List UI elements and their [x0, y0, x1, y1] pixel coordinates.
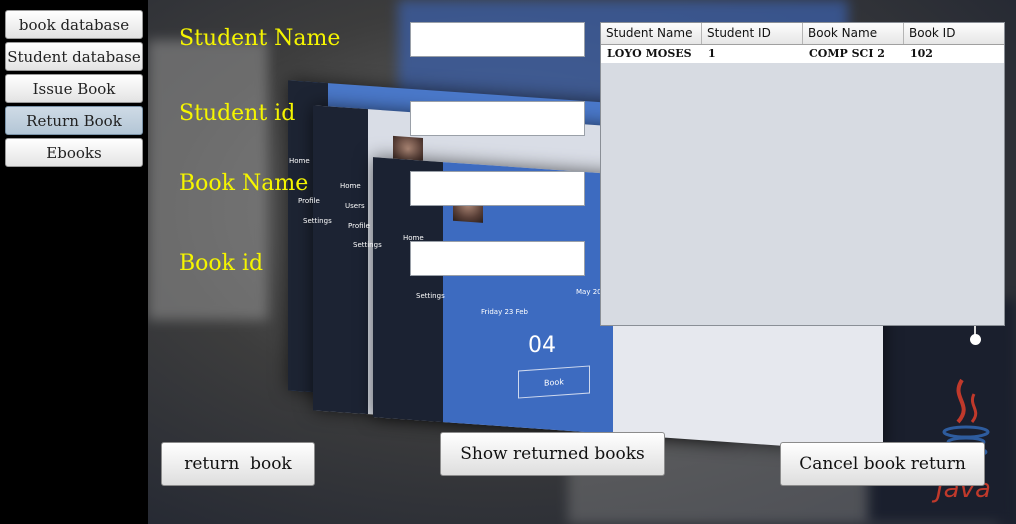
bg-big-number: 04 [528, 333, 556, 358]
column-header-book-id[interactable]: Book ID [904, 23, 1004, 44]
cell-student-id: 1 [708, 47, 716, 60]
column-header-student-id[interactable]: Student ID [702, 23, 803, 44]
bg-menu-profile: Profile [298, 197, 320, 205]
nav-book-database-button[interactable]: book database [5, 10, 143, 39]
student-id-label: Student id [179, 101, 296, 126]
bg-menu-users: Users [345, 202, 365, 210]
bg-book-button: Book [518, 365, 590, 399]
bg-menu-settings-3: Settings [416, 292, 445, 300]
student-id-input[interactable] [410, 101, 585, 136]
book-id-input[interactable] [410, 241, 585, 276]
bg-menu-settings-2: Settings [353, 241, 382, 249]
nav-issue-book-button[interactable]: Issue Book [5, 74, 143, 103]
bg-slider-dot [970, 334, 981, 345]
book-name-label: Book Name [179, 171, 309, 196]
cell-student-name: LOYO MOSES [607, 47, 692, 60]
nav-student-database-button[interactable]: Student database [5, 42, 143, 71]
book-id-label: Book id [179, 251, 264, 276]
bg-menu-home-2: Home [340, 182, 361, 190]
nav-ebooks-button[interactable]: Ebooks [5, 138, 143, 167]
table-header: Student Name Student ID Book Name Book I… [601, 23, 1004, 45]
cell-book-name: COMP SCI 2 [809, 47, 885, 60]
nav-return-book-button[interactable]: Return Book [5, 106, 143, 135]
sidebar: book database Student database Issue Boo… [0, 0, 148, 524]
return-book-button[interactable]: return book [161, 442, 315, 486]
cell-book-id: 102 [910, 47, 933, 60]
table-row[interactable]: LOYO MOSES 1 COMP SCI 2 102 [601, 45, 1004, 63]
bg-menu-home: Home [289, 157, 310, 165]
show-returned-books-button[interactable]: Show returned books [440, 432, 665, 476]
bg-menu-profile-2: Profile [348, 222, 370, 230]
student-name-label: Student Name [179, 26, 341, 51]
column-header-student-name[interactable]: Student Name [601, 23, 702, 44]
bg-date-text: Friday 23 Feb [481, 308, 528, 316]
returned-books-table[interactable]: Student Name Student ID Book Name Book I… [600, 22, 1005, 326]
book-name-input[interactable] [410, 171, 585, 206]
column-header-book-name[interactable]: Book Name [803, 23, 904, 44]
student-name-input[interactable] [410, 22, 585, 57]
cancel-book-return-button[interactable]: Cancel book return [780, 442, 985, 486]
bg-menu-settings: Settings [303, 217, 332, 225]
